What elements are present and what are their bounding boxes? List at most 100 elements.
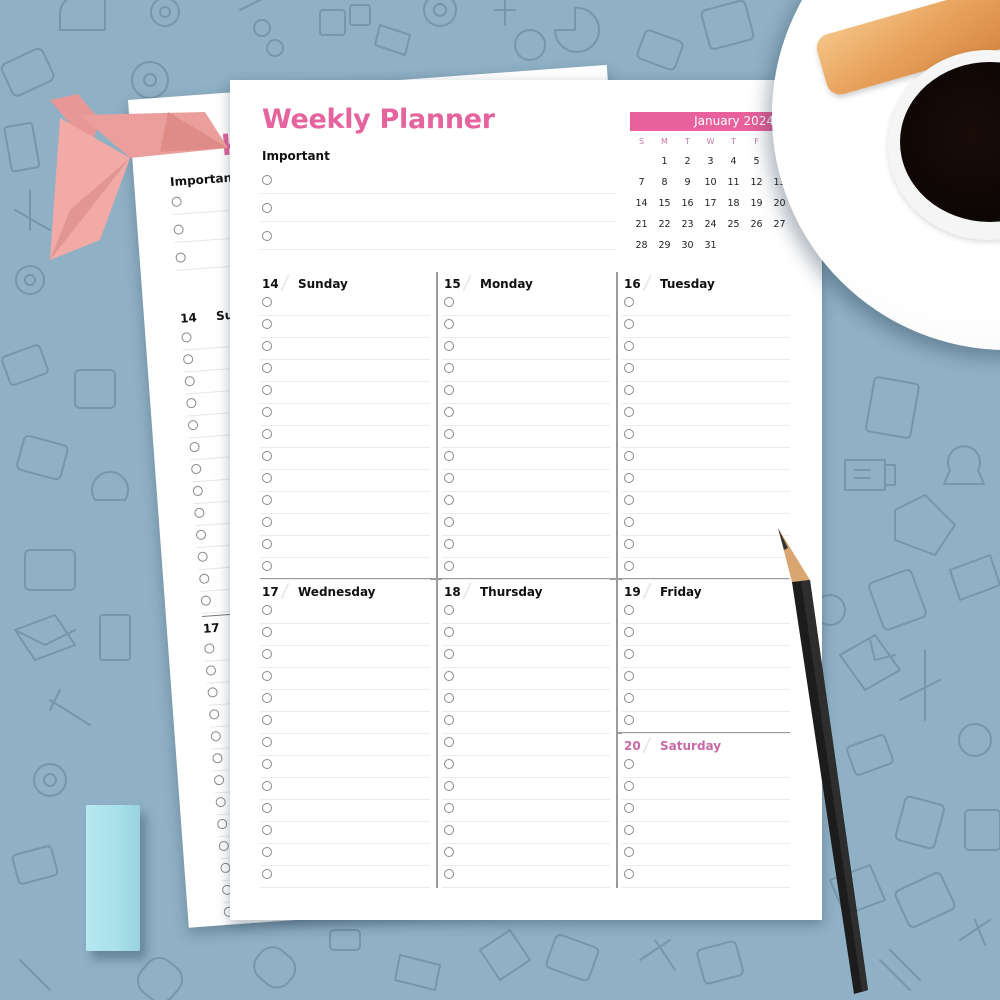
task-row[interactable]: [622, 624, 790, 646]
task-row[interactable]: [442, 558, 610, 580]
checkbox-circle-icon[interactable]: [444, 825, 454, 835]
checkbox-circle-icon[interactable]: [444, 385, 454, 395]
task-row[interactable]: [442, 382, 610, 404]
task-row[interactable]: [442, 712, 610, 734]
task-row[interactable]: [442, 624, 610, 646]
checkbox-circle-icon[interactable]: [262, 649, 272, 659]
checkbox-circle-icon[interactable]: [624, 561, 634, 571]
important-item-row[interactable]: [260, 166, 616, 194]
task-row[interactable]: [442, 646, 610, 668]
task-row[interactable]: [622, 360, 790, 382]
checkbox-circle-icon[interactable]: [624, 451, 634, 461]
task-row[interactable]: [622, 294, 790, 316]
task-row[interactable]: [442, 448, 610, 470]
task-row[interactable]: [622, 646, 790, 668]
checkbox-circle-icon[interactable]: [444, 715, 454, 725]
checkbox-circle-icon[interactable]: [444, 429, 454, 439]
checkbox-circle-icon[interactable]: [624, 693, 634, 703]
checkbox-circle-icon[interactable]: [444, 517, 454, 527]
task-row[interactable]: [260, 382, 430, 404]
task-row[interactable]: [622, 800, 790, 822]
task-row[interactable]: [260, 404, 430, 426]
checkbox-circle-icon[interactable]: [444, 319, 454, 329]
task-row[interactable]: [622, 426, 790, 448]
checkbox-circle-icon[interactable]: [444, 649, 454, 659]
checkbox-circle-icon[interactable]: [624, 715, 634, 725]
checkbox-circle-icon[interactable]: [624, 825, 634, 835]
task-row[interactable]: [260, 624, 430, 646]
checkbox-circle-icon[interactable]: [624, 759, 634, 769]
task-row[interactable]: [622, 536, 790, 558]
checkbox-circle-icon[interactable]: [624, 671, 634, 681]
checkbox-circle-icon[interactable]: [444, 473, 454, 483]
task-row[interactable]: [260, 492, 430, 514]
checkbox-circle-icon[interactable]: [262, 407, 272, 417]
task-row[interactable]: [622, 712, 790, 734]
task-row[interactable]: [260, 602, 430, 624]
checkbox-circle-icon[interactable]: [444, 561, 454, 571]
checkbox-circle-icon[interactable]: [624, 649, 634, 659]
checkbox-circle-icon[interactable]: [624, 869, 634, 879]
checkbox-circle-icon[interactable]: [444, 363, 454, 373]
task-row[interactable]: [622, 338, 790, 360]
task-row[interactable]: [260, 360, 430, 382]
checkbox-circle-icon[interactable]: [624, 429, 634, 439]
task-row[interactable]: [442, 800, 610, 822]
checkbox-circle-icon[interactable]: [624, 803, 634, 813]
task-row[interactable]: [260, 426, 430, 448]
checkbox-circle-icon[interactable]: [444, 297, 454, 307]
checkbox-circle-icon[interactable]: [624, 297, 634, 307]
task-row[interactable]: [622, 602, 790, 624]
task-row[interactable]: [442, 734, 610, 756]
task-row[interactable]: [622, 756, 790, 778]
checkbox-circle-icon[interactable]: [624, 341, 634, 351]
task-row[interactable]: [260, 668, 430, 690]
task-row[interactable]: [260, 470, 430, 492]
checkbox-circle-icon[interactable]: [444, 495, 454, 505]
checkbox-circle-icon[interactable]: [624, 385, 634, 395]
task-row[interactable]: [260, 338, 430, 360]
checkbox-circle-icon[interactable]: [262, 693, 272, 703]
task-row[interactable]: [442, 822, 610, 844]
task-row[interactable]: [260, 866, 430, 888]
task-row[interactable]: [442, 602, 610, 624]
checkbox-circle-icon[interactable]: [624, 495, 634, 505]
checkbox-circle-icon[interactable]: [444, 803, 454, 813]
checkbox-circle-icon[interactable]: [262, 737, 272, 747]
checkbox-circle-icon[interactable]: [444, 451, 454, 461]
checkbox-circle-icon[interactable]: [262, 175, 272, 185]
checkbox-circle-icon[interactable]: [624, 407, 634, 417]
task-row[interactable]: [442, 866, 610, 888]
task-row[interactable]: [442, 778, 610, 800]
checkbox-circle-icon[interactable]: [624, 605, 634, 615]
task-row[interactable]: [622, 558, 790, 580]
checkbox-circle-icon[interactable]: [444, 341, 454, 351]
checkbox-circle-icon[interactable]: [444, 737, 454, 747]
task-row[interactable]: [260, 844, 430, 866]
checkbox-circle-icon[interactable]: [262, 385, 272, 395]
task-row[interactable]: [442, 338, 610, 360]
important-item-row[interactable]: [260, 222, 616, 250]
checkbox-circle-icon[interactable]: [262, 803, 272, 813]
checkbox-circle-icon[interactable]: [262, 781, 272, 791]
task-row[interactable]: [622, 382, 790, 404]
task-row[interactable]: [442, 668, 610, 690]
task-row[interactable]: [622, 778, 790, 800]
checkbox-circle-icon[interactable]: [624, 539, 634, 549]
task-row[interactable]: [622, 866, 790, 888]
checkbox-circle-icon[interactable]: [262, 319, 272, 329]
task-row[interactable]: [622, 404, 790, 426]
task-row[interactable]: [260, 800, 430, 822]
task-row[interactable]: [260, 778, 430, 800]
checkbox-circle-icon[interactable]: [262, 429, 272, 439]
checkbox-circle-icon[interactable]: [444, 759, 454, 769]
checkbox-circle-icon[interactable]: [262, 231, 272, 241]
checkbox-circle-icon[interactable]: [624, 781, 634, 791]
task-row[interactable]: [442, 294, 610, 316]
task-row[interactable]: [442, 470, 610, 492]
important-item-row[interactable]: [260, 194, 616, 222]
checkbox-circle-icon[interactable]: [262, 847, 272, 857]
checkbox-circle-icon[interactable]: [262, 495, 272, 505]
checkbox-circle-icon[interactable]: [262, 561, 272, 571]
task-row[interactable]: [260, 690, 430, 712]
